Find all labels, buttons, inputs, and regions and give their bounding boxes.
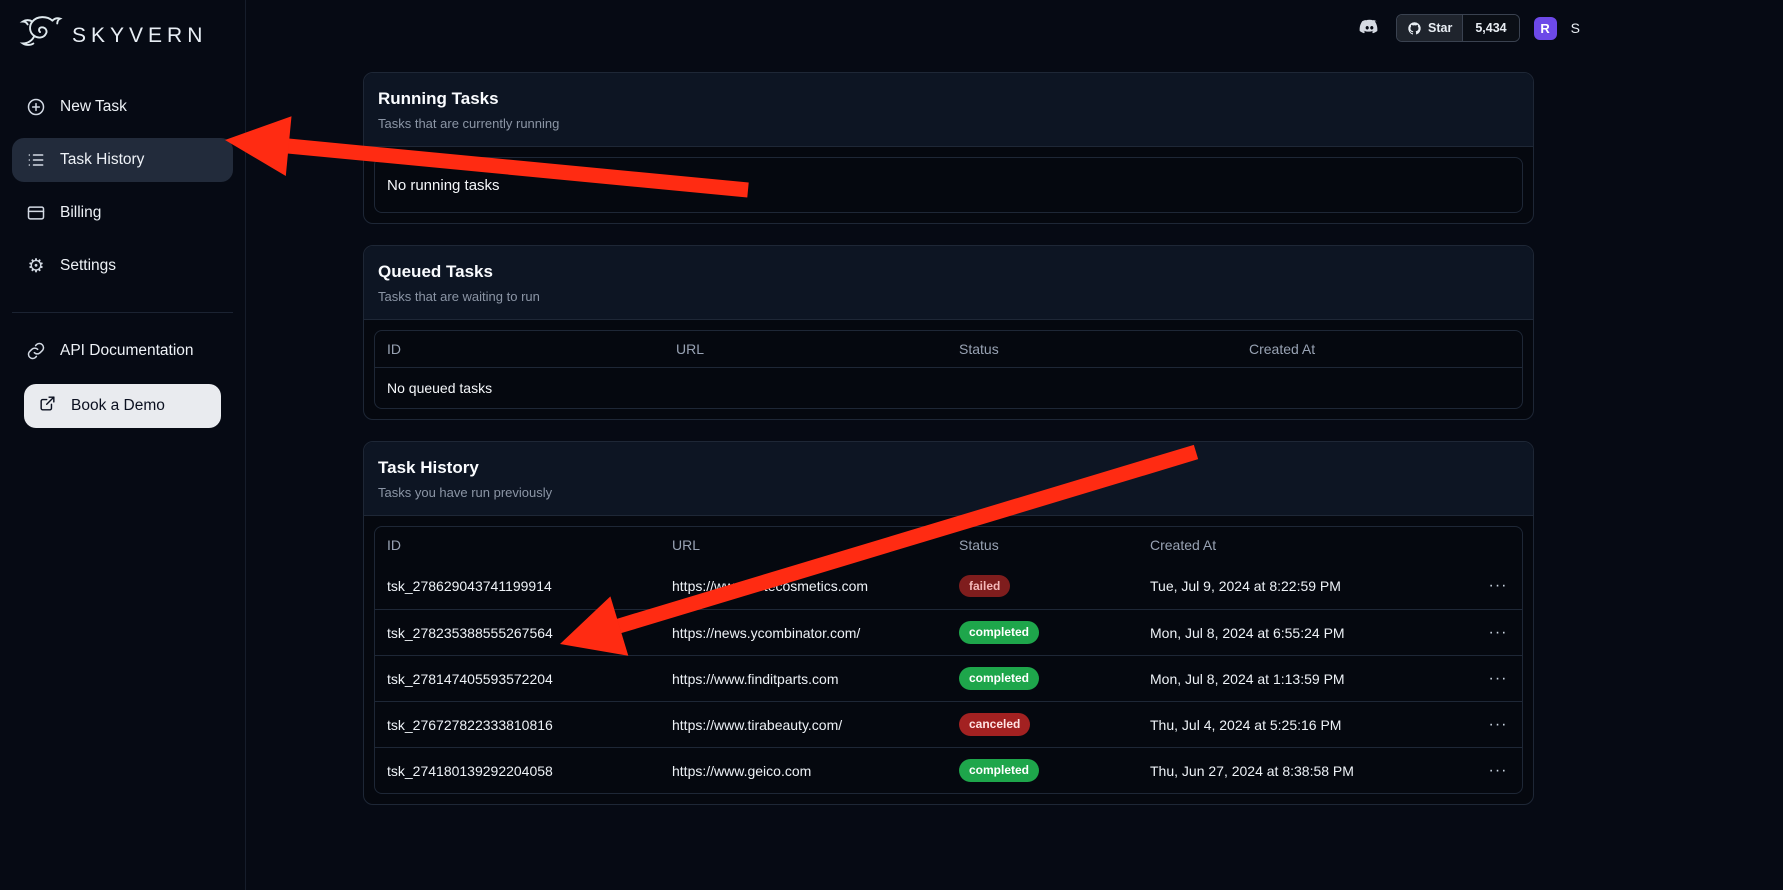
user-text: S	[1571, 20, 1580, 36]
task-history-table: ID URL Status Created At tsk_27862904374…	[374, 526, 1523, 794]
card-title: Task History	[378, 458, 1519, 478]
discord-icon[interactable]	[1356, 15, 1382, 41]
row-actions-icon[interactable]: ···	[1474, 762, 1522, 780]
column-header-created-at: Created At	[1237, 341, 1522, 357]
task-url-cell: https://www.geico.com	[660, 763, 947, 779]
task-history-table-header: ID URL Status Created At	[375, 527, 1522, 563]
task-url-cell: https://www.tirabeauty.com/	[660, 717, 947, 733]
queued-tasks-card: Queued Tasks Tasks that are waiting to r…	[363, 245, 1534, 420]
column-header-status: Status	[947, 341, 1237, 357]
credit-card-icon	[26, 203, 46, 223]
github-star-count: 5,434	[1462, 15, 1518, 41]
sidebar-item-billing[interactable]: Billing	[12, 191, 233, 235]
queued-tasks-header: Queued Tasks Tasks that are waiting to r…	[364, 246, 1533, 320]
table-row[interactable]: tsk_278147405593572204 https://www.findi…	[375, 655, 1522, 701]
github-star-widget[interactable]: Star 5,434	[1396, 14, 1520, 42]
task-id-cell: tsk_276727822333810816	[375, 717, 660, 733]
external-link-icon	[38, 394, 57, 418]
running-tasks-content: No running tasks	[364, 147, 1533, 223]
list-icon	[26, 150, 46, 170]
task-history-content: ID URL Status Created At tsk_27862904374…	[364, 516, 1533, 804]
task-url-cell: https://www.finditparts.com	[660, 671, 947, 687]
skyvern-logo-icon	[18, 12, 64, 59]
queued-tasks-empty-message: No queued tasks	[375, 368, 1522, 408]
task-created-cell: Mon, Jul 8, 2024 at 1:13:59 PM	[1138, 671, 1474, 687]
task-created-cell: Thu, Jun 27, 2024 at 8:38:58 PM	[1138, 763, 1474, 779]
sidebar-item-task-history[interactable]: Task History	[12, 138, 233, 182]
sidebar-item-label: New Task	[60, 98, 127, 116]
plus-circle-icon	[26, 97, 46, 117]
card-title: Queued Tasks	[378, 262, 1519, 282]
task-history-header: Task History Tasks you have run previous…	[364, 442, 1533, 516]
column-header-id: ID	[375, 537, 660, 553]
sidebar-item-new-task[interactable]: New Task	[12, 85, 233, 129]
status-badge: completed	[959, 759, 1039, 781]
sidebar-secondary-nav: API Documentation Book a Demo	[0, 329, 245, 438]
task-id-cell: tsk_278147405593572204	[375, 671, 660, 687]
sidebar-item-label: Settings	[60, 257, 116, 275]
status-badge: completed	[959, 667, 1039, 689]
row-actions-icon[interactable]: ···	[1474, 577, 1522, 595]
task-id-cell: tsk_278235388555267564	[375, 625, 660, 641]
queued-tasks-content: ID URL Status Created At No queued tasks	[364, 320, 1533, 419]
queued-tasks-table: ID URL Status Created At No queued tasks	[374, 330, 1523, 409]
sidebar-item-label: Billing	[60, 204, 101, 222]
table-row[interactable]: tsk_276727822333810816 https://www.tirab…	[375, 701, 1522, 747]
book-a-demo-button[interactable]: Book a Demo	[24, 384, 221, 428]
column-header-status: Status	[947, 537, 1138, 553]
running-tasks-header: Running Tasks Tasks that are currently r…	[364, 73, 1533, 147]
column-header-url: URL	[660, 537, 947, 553]
queued-tasks-table-header: ID URL Status Created At	[375, 331, 1522, 367]
table-row[interactable]: tsk_278235388555267564 https://news.ycom…	[375, 609, 1522, 655]
task-url-cell: https://news.ycombinator.com/	[660, 625, 947, 641]
task-id-cell: tsk_278629043741199914	[375, 578, 660, 594]
sidebar-item-label: Task History	[60, 151, 144, 169]
table-row[interactable]: tsk_274180139292204058 https://www.geico…	[375, 747, 1522, 793]
card-subtitle: Tasks that are waiting to run	[378, 289, 1519, 304]
card-subtitle: Tasks that are currently running	[378, 116, 1519, 131]
avatar[interactable]: R	[1534, 17, 1557, 40]
column-header-id: ID	[375, 341, 664, 357]
running-tasks-empty-message: No running tasks	[375, 158, 1522, 212]
logo-row: SKYVERN	[0, 0, 245, 77]
link-icon	[26, 341, 46, 361]
github-icon	[1407, 21, 1422, 36]
row-actions-icon[interactable]: ···	[1474, 624, 1522, 642]
sidebar-item-api-documentation[interactable]: API Documentation	[12, 329, 233, 373]
github-star-label: Star	[1428, 21, 1452, 35]
running-tasks-card: Running Tasks Tasks that are currently r…	[363, 72, 1534, 224]
sidebar: SKYVERN New Task Task History Billing ⚙ …	[0, 0, 246, 890]
task-id-cell: tsk_274180139292204058	[375, 763, 660, 779]
topbar: Star 5,434 R S	[1356, 14, 1580, 42]
book-a-demo-label: Book a Demo	[71, 397, 165, 415]
row-actions-icon[interactable]: ···	[1474, 670, 1522, 688]
main-content: Running Tasks Tasks that are currently r…	[246, 0, 1783, 805]
task-history-body: tsk_278629043741199914 https://www.tarte…	[375, 563, 1522, 793]
card-subtitle: Tasks you have run previously	[378, 485, 1519, 500]
status-badge: failed	[959, 575, 1010, 597]
task-history-card: Task History Tasks you have run previous…	[363, 441, 1534, 805]
sidebar-item-label: API Documentation	[60, 342, 194, 360]
app-logo-text: SKYVERN	[72, 24, 207, 48]
column-header-url: URL	[664, 341, 947, 357]
gear-icon: ⚙	[26, 256, 46, 276]
status-badge: completed	[959, 621, 1039, 643]
sidebar-nav: New Task Task History Billing ⚙ Settings	[0, 77, 245, 296]
sidebar-divider	[12, 312, 233, 313]
task-url-cell: https://www.tartecosmetics.com	[660, 578, 947, 594]
task-created-cell: Thu, Jul 4, 2024 at 5:25:16 PM	[1138, 717, 1474, 733]
task-created-cell: Mon, Jul 8, 2024 at 6:55:24 PM	[1138, 625, 1474, 641]
row-actions-icon[interactable]: ···	[1474, 716, 1522, 734]
column-header-created-at: Created At	[1138, 537, 1474, 553]
card-title: Running Tasks	[378, 89, 1519, 109]
status-badge: canceled	[959, 713, 1030, 735]
table-row[interactable]: tsk_278629043741199914 https://www.tarte…	[375, 563, 1522, 609]
sidebar-item-settings[interactable]: ⚙ Settings	[12, 244, 233, 288]
task-created-cell: Tue, Jul 9, 2024 at 8:22:59 PM	[1138, 578, 1474, 594]
